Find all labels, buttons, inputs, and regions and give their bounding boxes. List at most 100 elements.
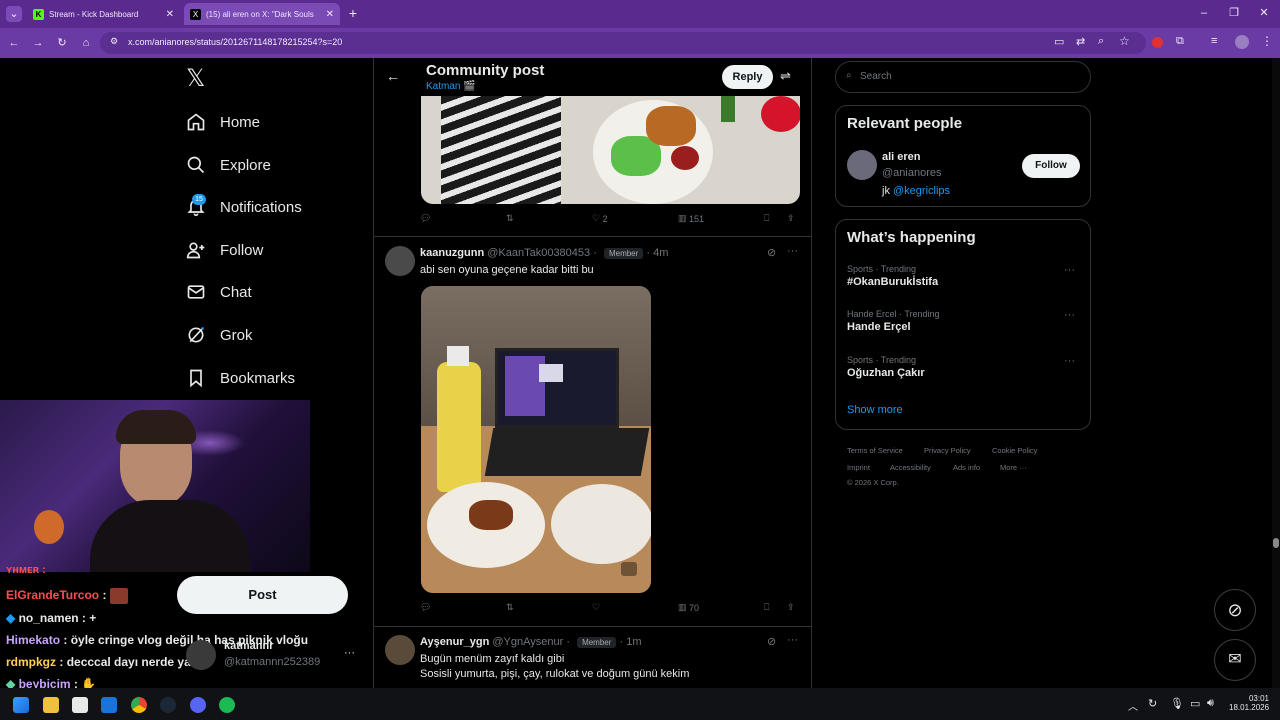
share-icon[interactable]: ⇪ — [787, 213, 795, 224]
footer-link[interactable]: Imprint — [847, 463, 870, 472]
url-text[interactable]: x.com/anianores/status/20126711481782152… — [128, 37, 342, 47]
author-handle[interactable]: @KaanTak00380453 — [487, 247, 590, 259]
like-icon[interactable]: ♡ 2 — [592, 213, 608, 224]
footer-link[interactable]: Accessibility — [890, 463, 931, 472]
trend-item[interactable]: Sports · Trending Oğuzhan Çakır — [847, 355, 1077, 379]
grok-icon[interactable]: ⊘ — [767, 246, 776, 259]
footer-link[interactable]: Ads info — [953, 463, 980, 472]
trend-item[interactable]: Hande Ercel · Trending Hande Erçel — [847, 309, 1077, 333]
reply-icon[interactable]: 💬︎ — [420, 213, 431, 224]
tray-chevron-icon[interactable]: ︿ — [1128, 698, 1138, 713]
author-name[interactable]: kaanuzgunn — [420, 247, 484, 259]
network-icon[interactable]: ▭ — [1190, 697, 1200, 710]
alt-icon[interactable] — [621, 562, 637, 576]
zoom-icon[interactable]: ⌕ — [1098, 35, 1104, 48]
back-icon[interactable]: ← — [6, 35, 22, 51]
post-image[interactable] — [421, 286, 651, 593]
bookmark-star-icon[interactable]: ☆ — [1119, 34, 1130, 48]
outlook-icon[interactable] — [101, 697, 117, 713]
reply-button[interactable]: Reply — [722, 65, 773, 89]
footer-link[interactable]: Cookie Policy — [992, 446, 1037, 455]
forward-icon[interactable]: → — [30, 35, 46, 51]
back-arrow-icon[interactable]: ← — [386, 68, 400, 84]
sidebar-item-bookmarks[interactable]: Bookmarks — [186, 363, 295, 393]
scrollbar[interactable] — [1272, 58, 1280, 688]
close-window-icon[interactable]: ✕ — [1256, 5, 1272, 21]
sidebar-item-home[interactable]: Home — [186, 107, 260, 137]
microphone-icon[interactable]: 🎙︎ — [1170, 697, 1184, 710]
account-avatar[interactable] — [186, 640, 216, 670]
sidebar-item-grok[interactable]: Grok — [186, 320, 253, 350]
avatar[interactable] — [385, 246, 415, 276]
close-tab-icon[interactable]: ✕ — [326, 9, 334, 20]
home-button-icon[interactable]: ⌂ — [78, 35, 94, 51]
post-time[interactable]: 4m — [653, 247, 668, 259]
views-icon[interactable]: ▥ 151 — [678, 213, 704, 224]
post-button[interactable]: Post — [177, 576, 348, 614]
menu-kebab-icon[interactable]: ⋮ — [1261, 34, 1273, 48]
minimize-icon[interactable]: – — [1196, 5, 1212, 21]
reply-icon[interactable]: 💬︎ — [420, 602, 431, 613]
more-icon[interactable]: ··· — [787, 245, 798, 257]
repost-icon[interactable]: ⇅ — [506, 213, 514, 224]
grok-float-icon[interactable]: ⊘ — [1214, 589, 1256, 631]
tab-kick-dashboard[interactable]: K Stream - Kick Dashboard ✕ — [27, 3, 180, 25]
grok-icon[interactable]: ⊘ — [767, 635, 776, 648]
views-icon[interactable]: ▥ 70 — [678, 602, 699, 613]
trend-more-icon[interactable]: ··· — [1064, 264, 1075, 276]
search-input[interactable]: ⌕ Search — [835, 61, 1091, 93]
share-icon[interactable]: ⇪ — [787, 602, 795, 613]
trend-item[interactable]: Sports · Trending #OkanBurukİstifa — [847, 264, 1077, 288]
community-link[interactable]: Katman 🎬 — [426, 81, 476, 92]
x-logo[interactable]: 𝕏 — [186, 66, 205, 92]
person-name[interactable]: ali eren — [882, 151, 921, 163]
extensions-puzzle-icon[interactable]: ⧉ — [1176, 35, 1184, 48]
trend-more-icon[interactable]: ··· — [1064, 355, 1075, 367]
restore-icon[interactable]: ❐ — [1226, 5, 1242, 21]
new-tab-button[interactable]: + — [345, 5, 361, 21]
post-time[interactable]: 1m — [626, 636, 641, 648]
scrollbar-thumb[interactable] — [1273, 538, 1279, 548]
more-icon[interactable]: ··· — [787, 634, 798, 646]
reload-icon[interactable]: ↻ — [54, 35, 70, 51]
spotify-icon[interactable] — [219, 697, 235, 713]
translate-icon[interactable]: ⇄ — [1076, 35, 1085, 48]
bookmark-icon[interactable]: ⎕ — [764, 213, 769, 224]
follow-button[interactable]: Follow — [1022, 154, 1080, 178]
author-handle[interactable]: @YgnAysenur — [492, 636, 563, 648]
sidebar-item-chat[interactable]: Chat — [186, 277, 252, 307]
sliders-icon[interactable]: ⇌ — [780, 68, 791, 84]
clock[interactable]: 03:01 18.01.2026 — [1229, 694, 1269, 712]
author-name[interactable]: Ayşenur_ygn — [420, 636, 489, 648]
account-more-icon[interactable]: ··· — [344, 647, 355, 659]
show-more-link[interactable]: Show more — [847, 404, 903, 416]
file-explorer-icon[interactable] — [43, 697, 59, 713]
sidebar-item-explore[interactable]: Explore — [186, 150, 271, 180]
avatar[interactable] — [847, 150, 877, 180]
volume-icon[interactable]: 🔊︎ — [1207, 697, 1214, 710]
messages-float-icon[interactable]: ✉ — [1214, 639, 1256, 681]
steam-icon[interactable] — [160, 697, 176, 713]
footer-link[interactable]: Terms of Service — [847, 446, 903, 455]
tab-x-post[interactable]: X (15) ali eren on X: "Dark Souls ✕ — [184, 3, 340, 25]
close-tab-icon[interactable]: ✕ — [166, 9, 174, 20]
account-name[interactable]: katmannr — [224, 640, 274, 652]
site-info-icon[interactable]: ⚙ — [110, 36, 118, 47]
profile-avatar[interactable] — [1235, 35, 1249, 49]
repost-icon[interactable]: ⇅ — [506, 602, 514, 613]
extension-icon[interactable] — [1152, 37, 1163, 48]
sidebar-item-follow[interactable]: Follow — [186, 235, 263, 265]
discord-icon[interactable] — [190, 697, 206, 713]
tray-app-icon[interactable]: ↻ — [1148, 697, 1157, 710]
bookmark-icon[interactable]: ⎕ — [764, 602, 769, 613]
post-image[interactable] — [421, 96, 800, 204]
store-icon[interactable] — [72, 697, 88, 713]
like-icon[interactable]: ♡ — [592, 602, 600, 613]
cast-icon[interactable]: ▭ — [1054, 35, 1064, 48]
avatar[interactable] — [385, 635, 415, 665]
media-icon[interactable]: ≡ — [1211, 35, 1217, 47]
chrome-icon[interactable] — [131, 697, 147, 713]
footer-link[interactable]: More ··· — [1000, 463, 1027, 472]
footer-link[interactable]: Privacy Policy — [924, 446, 971, 455]
bio-link[interactable]: @kegriclips — [893, 185, 950, 197]
